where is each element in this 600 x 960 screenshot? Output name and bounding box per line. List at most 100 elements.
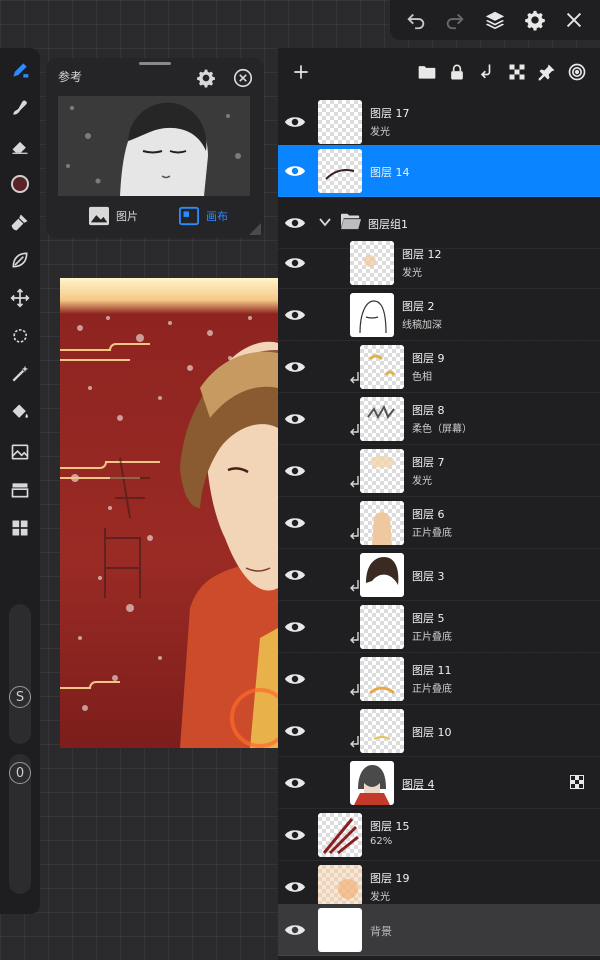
transform-icon[interactable] <box>6 284 34 312</box>
layer-thumbnail <box>360 709 404 753</box>
layer-thumbnail <box>318 813 362 857</box>
magic-wand-icon[interactable] <box>6 360 34 388</box>
drag-handle[interactable] <box>139 62 171 65</box>
layer-row[interactable]: 图层 8 柔色（屏幕） <box>278 393 600 445</box>
layer-blend: 正片叠底 <box>412 528 452 539</box>
eraser-icon[interactable] <box>6 132 34 160</box>
image-icon <box>89 206 109 226</box>
gear-icon[interactable] <box>196 68 216 88</box>
merge-down-icon[interactable] <box>472 57 502 87</box>
layer-blend: 发光 <box>402 268 422 279</box>
layer-name: 图层 14 <box>370 166 410 179</box>
eye-icon[interactable] <box>284 616 306 638</box>
layer-row[interactable]: 图层 15 62% <box>278 809 600 861</box>
eye-icon[interactable] <box>284 824 306 846</box>
eye-icon[interactable] <box>284 512 306 534</box>
spiral-icon[interactable] <box>562 57 592 87</box>
top-toolbar <box>390 0 600 40</box>
layer-thumbnail <box>318 100 362 144</box>
tab-image[interactable]: 图片 <box>88 206 138 226</box>
eye-icon[interactable] <box>284 212 306 234</box>
eye-icon[interactable] <box>284 668 306 690</box>
undo-icon[interactable] <box>401 5 431 35</box>
layer-row[interactable]: 图层 5 正片叠底 <box>278 601 600 653</box>
layer-row[interactable]: 图层 10 <box>278 705 600 757</box>
layer-row[interactable]: 图层 7 发光 <box>278 445 600 497</box>
layer-row[interactable]: 图层 3 <box>278 549 600 601</box>
clipping-arrow-icon <box>350 476 359 488</box>
image-adjust-icon[interactable] <box>6 438 34 466</box>
layer-name: 图层 12 <box>402 248 442 261</box>
layer-row-selected[interactable]: 图层 14 <box>278 145 600 197</box>
size-indicator[interactable]: S <box>9 686 31 708</box>
eye-icon[interactable] <box>284 876 306 898</box>
layer-row[interactable]: 图层 2 线稿加深 <box>278 289 600 341</box>
layer-row[interactable]: 图层 9 色相 <box>278 341 600 393</box>
layout-icon[interactable] <box>6 514 34 542</box>
layers-toolbar <box>278 48 600 96</box>
alpha-lock-icon[interactable] <box>570 775 584 789</box>
eye-icon[interactable] <box>284 919 306 941</box>
pin-icon[interactable] <box>532 57 562 87</box>
eye-icon[interactable] <box>284 304 306 326</box>
lasso-icon[interactable] <box>6 246 34 274</box>
layer-name: 图层 4 <box>402 778 435 791</box>
layer-thumbnail <box>318 149 362 193</box>
layer-blend: 正片叠底 <box>412 684 452 695</box>
tab-canvas[interactable]: 画布 <box>178 206 228 226</box>
layer-name: 图层 7 <box>412 456 445 469</box>
canvas-icon[interactable] <box>6 476 34 504</box>
eye-icon[interactable] <box>284 252 306 274</box>
tab-image-label: 图片 <box>116 210 138 223</box>
fill-icon[interactable] <box>6 398 34 426</box>
layer-thumbnail <box>360 345 404 389</box>
reference-preview <box>58 96 250 196</box>
layer-thumbnail <box>360 657 404 701</box>
close-circle-icon[interactable] <box>232 67 254 89</box>
layers-icon[interactable] <box>480 5 510 35</box>
lock-icon[interactable] <box>442 57 472 87</box>
layer-name: 图层 15 <box>370 820 410 833</box>
paint-brush-icon[interactable] <box>6 208 34 236</box>
transparent-icon[interactable] <box>502 57 532 87</box>
opacity-indicator[interactable]: 0 <box>9 762 31 784</box>
background-layer-row[interactable]: 背景 <box>278 904 600 956</box>
layer-thumbnail <box>360 553 404 597</box>
eye-icon[interactable] <box>284 772 306 794</box>
drawing-canvas[interactable] <box>60 278 278 748</box>
layer-thumbnail <box>360 397 404 441</box>
layer-blend: 发光 <box>412 476 432 487</box>
eye-icon[interactable] <box>284 460 306 482</box>
resize-handle-icon[interactable] <box>246 220 262 236</box>
tab-canvas-label: 画布 <box>206 210 228 223</box>
eye-icon[interactable] <box>284 564 306 586</box>
redo-icon[interactable] <box>440 5 470 35</box>
eye-icon[interactable] <box>284 356 306 378</box>
brush-icon[interactable] <box>6 56 34 84</box>
color-icon[interactable] <box>6 170 34 198</box>
layer-row[interactable]: 图层 12 发光 <box>278 237 600 289</box>
folder-icon[interactable] <box>412 57 442 87</box>
layer-row[interactable]: 图层 4 <box>278 757 600 809</box>
eye-icon[interactable] <box>284 111 306 133</box>
eye-icon[interactable] <box>284 160 306 182</box>
eye-icon[interactable] <box>284 408 306 430</box>
layer-name: 图层 11 <box>412 664 452 677</box>
layer-blend: 正片叠底 <box>412 632 452 643</box>
clipping-arrow-icon <box>350 528 359 540</box>
selection-icon[interactable] <box>6 322 34 350</box>
layer-name: 图层 8 <box>412 404 445 417</box>
chevron-down-icon[interactable] <box>318 215 332 229</box>
layer-row[interactable]: 图层 17 发光 <box>278 96 600 148</box>
layer-row[interactable]: 图层 11 正片叠底 <box>278 653 600 705</box>
layer-blend: 柔色（屏幕） <box>412 424 472 435</box>
background-color-swatch[interactable] <box>318 908 362 952</box>
eye-icon[interactable] <box>284 720 306 742</box>
layer-name: 图层 2 <box>402 300 435 313</box>
layer-row[interactable]: 图层 6 正片叠底 <box>278 497 600 549</box>
close-icon[interactable] <box>559 5 589 35</box>
settings-icon[interactable] <box>520 5 550 35</box>
smudge-icon[interactable] <box>6 94 34 122</box>
brush-size-slider[interactable] <box>9 604 31 744</box>
add-layer-icon[interactable] <box>286 57 316 87</box>
